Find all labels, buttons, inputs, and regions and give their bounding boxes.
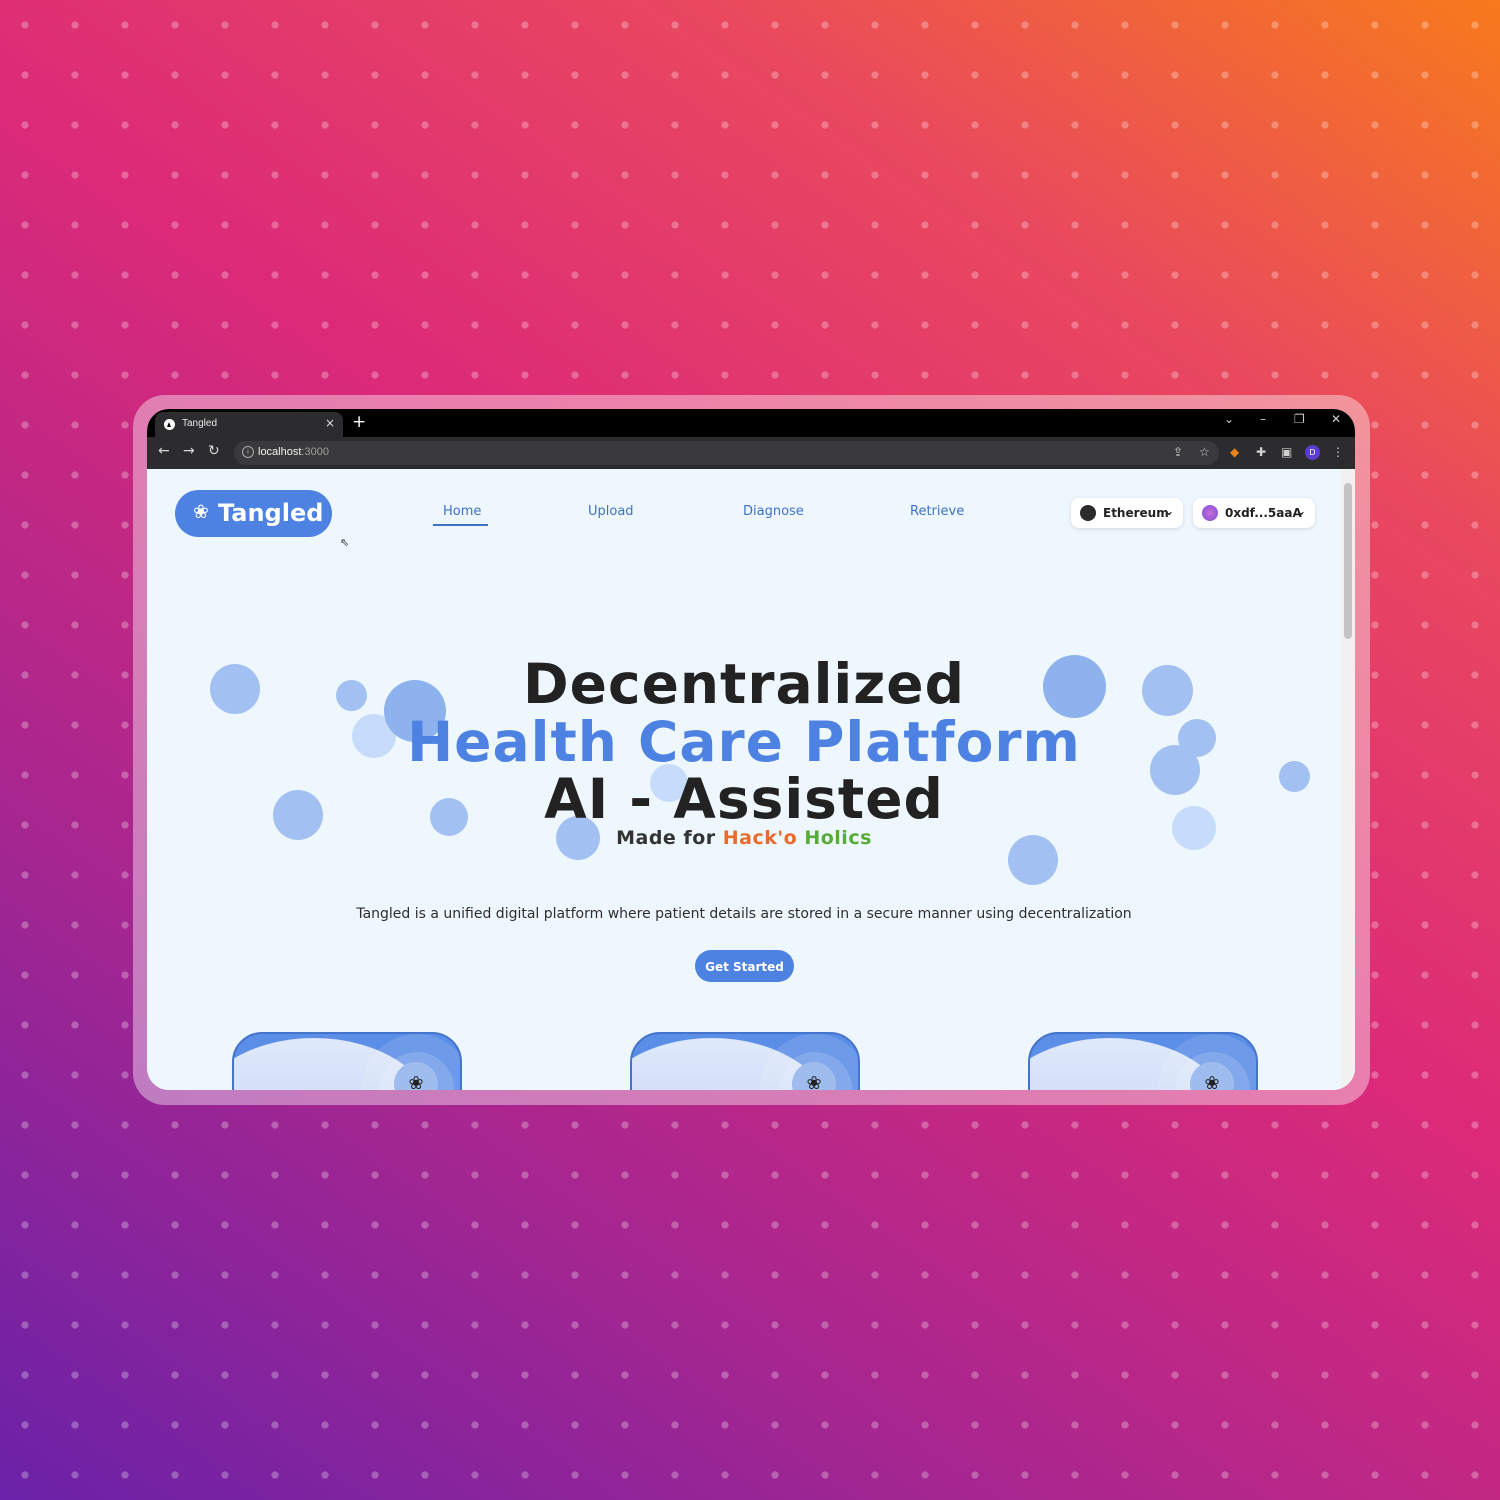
hero-description: Tangled is a unified digital platform wh… bbox=[356, 906, 1132, 922]
made-part2: Holics bbox=[804, 827, 872, 849]
tab-search-icon[interactable]: ⌄ bbox=[1224, 412, 1234, 426]
hero-title-line2: Health Care Platform bbox=[407, 710, 1081, 774]
bookmark-star-icon[interactable]: ☆ bbox=[1199, 445, 1210, 459]
metamask-fox-icon[interactable]: ◆ bbox=[1230, 445, 1239, 459]
nav-diagnose[interactable]: Diagnose bbox=[743, 504, 804, 519]
address-port: :3000 bbox=[301, 446, 329, 458]
feature-card[interactable]: ❀ bbox=[1028, 1032, 1258, 1090]
made-prefix: Made for bbox=[616, 827, 723, 849]
nav-active-indicator bbox=[433, 524, 488, 526]
address-host: localhost bbox=[258, 446, 302, 458]
web-page: ❀ Tangled ⇖ Home Upload Diagnose Retriev… bbox=[147, 469, 1355, 1090]
scrollbar-thumb[interactable] bbox=[1344, 483, 1352, 639]
network-label: Ethereum bbox=[1103, 506, 1169, 520]
made-part1: Hack'o bbox=[722, 827, 805, 849]
browser-menu-icon[interactable]: ⋮ bbox=[1332, 445, 1344, 459]
site-info-icon[interactable]: i bbox=[242, 446, 254, 458]
nav-upload[interactable]: Upload bbox=[588, 504, 634, 519]
logo-text: Tangled bbox=[218, 499, 324, 527]
tab-strip: Tangled × + ⌄ – ❐ ✕ bbox=[147, 409, 1355, 437]
favicon-icon bbox=[164, 419, 175, 430]
ethereum-icon bbox=[1080, 505, 1096, 521]
address-text: localhost:3000 bbox=[258, 446, 329, 458]
mouse-cursor-icon: ⇖ bbox=[340, 536, 350, 549]
account-selector[interactable]: 0xdf...5aaA ⌄ bbox=[1193, 498, 1315, 528]
account-avatar-icon bbox=[1202, 505, 1218, 521]
feature-card[interactable]: ❀ bbox=[232, 1032, 462, 1090]
logo[interactable]: ❀ Tangled bbox=[175, 490, 332, 537]
account-label: 0xdf...5aaA bbox=[1225, 506, 1302, 520]
new-tab-button[interactable]: + bbox=[352, 412, 366, 432]
tab-close-icon[interactable]: × bbox=[325, 416, 335, 430]
nav-home[interactable]: Home bbox=[443, 504, 481, 519]
reload-icon[interactable]: ↻ bbox=[208, 443, 220, 459]
minimize-button[interactable]: – bbox=[1260, 412, 1266, 426]
address-bar[interactable]: i localhost:3000 bbox=[234, 441, 1219, 465]
hero-subtitle: Made for Hack'o Holics bbox=[147, 827, 1341, 849]
back-arrow-icon[interactable]: ← bbox=[158, 443, 170, 459]
hero-title-line3: AI - Assisted bbox=[544, 767, 944, 831]
feature-card[interactable]: ❀ bbox=[630, 1032, 860, 1090]
extensions-puzzle-icon[interactable]: ✚ bbox=[1256, 445, 1266, 459]
restore-button[interactable]: ❐ bbox=[1294, 412, 1305, 426]
chevron-down-icon: ⌄ bbox=[1295, 504, 1306, 518]
network-selector[interactable]: Ethereum ⌄ bbox=[1071, 498, 1183, 528]
chevron-down-icon: ⌄ bbox=[1163, 504, 1174, 518]
brain-logo-icon: ❀ bbox=[193, 501, 209, 523]
profile-avatar[interactable]: D bbox=[1305, 445, 1320, 460]
browser-tab[interactable]: Tangled × bbox=[155, 412, 343, 437]
tab-title: Tangled bbox=[182, 418, 218, 429]
share-icon[interactable]: ⇪ bbox=[1173, 445, 1183, 459]
close-window-button[interactable]: ✕ bbox=[1331, 412, 1341, 426]
browser-toolbar: ← → ↻ i localhost:3000 ⇪ ☆ ◆ ✚ ▣ ⋮ bbox=[147, 437, 1355, 469]
forward-arrow-icon[interactable]: → bbox=[183, 443, 195, 459]
browser-window: Tangled × + ⌄ – ❐ ✕ ← → ↻ i localhost:30… bbox=[147, 409, 1355, 1090]
nav-retrieve[interactable]: Retrieve bbox=[910, 504, 964, 519]
page-scrollbar[interactable] bbox=[1341, 469, 1355, 1090]
hero-title-line1: Decentralized bbox=[523, 652, 965, 716]
get-started-button[interactable]: Get Started bbox=[695, 950, 794, 982]
side-panel-icon[interactable]: ▣ bbox=[1281, 445, 1292, 459]
